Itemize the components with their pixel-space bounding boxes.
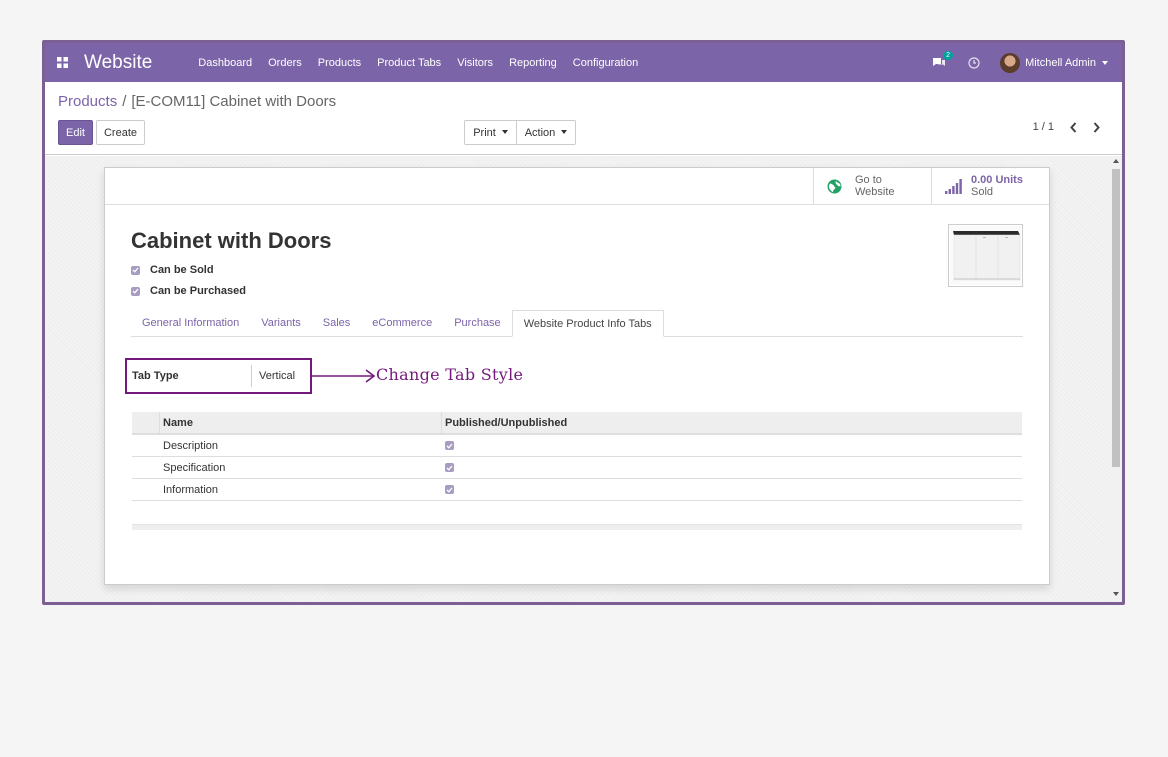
tab-general-information[interactable]: General Information bbox=[131, 310, 250, 336]
vertical-scrollbar[interactable] bbox=[1110, 156, 1122, 602]
row-name: Information bbox=[163, 483, 219, 496]
row-published-cell bbox=[442, 441, 464, 450]
menu-visitors[interactable]: Visitors bbox=[449, 57, 501, 69]
row-handle[interactable] bbox=[132, 435, 160, 456]
checkmark-icon bbox=[446, 465, 453, 471]
app-name[interactable]: Website bbox=[84, 52, 152, 74]
breadcrumb-products[interactable]: Products bbox=[58, 93, 117, 110]
row-handle[interactable] bbox=[132, 479, 160, 500]
checkmark-icon bbox=[132, 267, 139, 273]
info-tabs-table: Name Published/Unpublished Description S… bbox=[132, 412, 1022, 501]
messaging-menu[interactable]: 2 bbox=[932, 50, 953, 69]
top-navbar: Website Dashboard Orders Products Produc… bbox=[45, 43, 1122, 82]
print-label: Print bbox=[473, 126, 496, 139]
units-sold-button[interactable]: 0.00 Units Sold bbox=[931, 168, 1050, 204]
form-tabs: General Information Variants Sales eComm… bbox=[131, 310, 1023, 337]
checkmark-icon bbox=[446, 443, 453, 449]
units-sold-label: Sold bbox=[971, 186, 994, 198]
form-sheet: Go to Website 0.00 Units Sold Cabinet with… bbox=[104, 167, 1050, 585]
pager: 1 / 1 bbox=[1033, 121, 1100, 133]
chevron-down-icon[interactable] bbox=[1102, 60, 1108, 65]
units-sold-value: 0.00 Units bbox=[971, 174, 1023, 186]
go-to-label: Go to bbox=[855, 174, 882, 186]
menu-products[interactable]: Products bbox=[310, 57, 369, 69]
table-row[interactable]: Specification bbox=[132, 457, 1022, 479]
website-label: Website bbox=[855, 186, 895, 198]
table-row[interactable]: Description bbox=[132, 435, 1022, 457]
control-panel: Products / [E-COM11] Cabinet with Doors Ed… bbox=[45, 82, 1122, 155]
go-to-website-button[interactable]: Go to Website bbox=[813, 168, 931, 204]
can-be-sold-label: Can be Sold bbox=[150, 264, 214, 276]
can-be-sold-checkbox[interactable] bbox=[131, 265, 140, 275]
annotation-arrow-icon bbox=[312, 369, 376, 383]
can-be-sold-row: Can be Sold bbox=[131, 264, 214, 276]
can-be-purchased-checkbox[interactable] bbox=[131, 286, 140, 296]
checkmark-icon bbox=[446, 487, 453, 493]
print-dropdown[interactable]: Print bbox=[464, 120, 517, 145]
tab-variants[interactable]: Variants bbox=[250, 310, 312, 336]
menu-dashboard[interactable]: Dashboard bbox=[190, 57, 260, 69]
product-image[interactable] bbox=[948, 224, 1023, 287]
menu-product-tabs[interactable]: Product Tabs bbox=[369, 57, 449, 69]
published-checkbox[interactable] bbox=[445, 485, 454, 494]
chevron-right-icon[interactable] bbox=[1093, 121, 1100, 133]
row-name: Description bbox=[163, 439, 219, 452]
scroll-up-icon[interactable] bbox=[1113, 159, 1119, 163]
action-dropdown[interactable]: Action bbox=[516, 120, 576, 145]
published-checkbox[interactable] bbox=[445, 463, 454, 472]
published-checkbox[interactable] bbox=[445, 441, 454, 450]
cabinet-image bbox=[950, 226, 1021, 285]
scroll-down-icon[interactable] bbox=[1113, 592, 1119, 596]
create-button[interactable]: Create bbox=[96, 120, 145, 145]
header-handle-cell bbox=[132, 412, 160, 433]
systray: 2 Mitchell Admin bbox=[932, 50, 1108, 73]
annotation-text: Change Tab Style bbox=[376, 365, 524, 384]
tab-purchase[interactable]: Purchase bbox=[443, 310, 511, 336]
edit-button[interactable]: Edit bbox=[58, 120, 93, 145]
menu-orders[interactable]: Orders bbox=[260, 57, 310, 69]
user-avatar[interactable] bbox=[1000, 52, 1021, 73]
table-footer bbox=[132, 524, 1022, 530]
menu-reporting[interactable]: Reporting bbox=[501, 57, 565, 69]
breadcrumb-current: [E-COM11] Cabinet with Doors bbox=[131, 93, 337, 110]
caret-down-icon bbox=[501, 129, 508, 134]
globe-icon bbox=[827, 179, 842, 193]
form-view-content: Go to Website 0.00 Units Sold Cabinet with… bbox=[45, 156, 1122, 602]
user-menu[interactable]: Mitchell Admin bbox=[1025, 57, 1096, 69]
breadcrumb-separator: / bbox=[122, 93, 127, 110]
checkmark-icon bbox=[132, 288, 139, 294]
tab-website-product-info-tabs[interactable]: Website Product Info Tabs bbox=[511, 310, 664, 337]
scrollbar-thumb[interactable] bbox=[1112, 169, 1120, 467]
row-published-cell bbox=[442, 485, 464, 494]
table-row[interactable]: Information bbox=[132, 479, 1022, 501]
product-title: Cabinet with Doors bbox=[131, 228, 332, 253]
apps-menu-icon[interactable] bbox=[47, 57, 77, 68]
tab-type-select[interactable]: Vertical bbox=[251, 365, 295, 387]
can-be-purchased-label: Can be Purchased bbox=[150, 285, 246, 297]
tab-type-label: Tab Type bbox=[132, 370, 179, 382]
action-label: Action bbox=[524, 126, 556, 139]
tab-type-field: Tab Type Vertical bbox=[125, 358, 312, 394]
clock-icon[interactable] bbox=[968, 56, 980, 69]
row-name: Specification bbox=[163, 461, 226, 474]
row-published-cell bbox=[442, 463, 464, 472]
column-published-header[interactable]: Published/Unpublished bbox=[442, 417, 567, 429]
chevron-left-icon[interactable] bbox=[1070, 121, 1077, 133]
breadcrumb: Products / [E-COM11] Cabinet with Doors bbox=[58, 93, 336, 110]
caret-down-icon bbox=[561, 129, 568, 134]
smart-button-box: Go to Website 0.00 Units Sold bbox=[105, 168, 1049, 205]
app-window: Website Dashboard Orders Products Produc… bbox=[42, 40, 1125, 605]
tab-sales[interactable]: Sales bbox=[312, 310, 362, 336]
signal-bars-icon bbox=[945, 178, 962, 194]
main-menu: Dashboard Orders Products Product Tabs V… bbox=[190, 57, 646, 69]
tab-ecommerce[interactable]: eCommerce bbox=[361, 310, 443, 336]
table-header: Name Published/Unpublished bbox=[132, 412, 1022, 435]
column-name-header[interactable]: Name bbox=[160, 412, 442, 433]
row-handle[interactable] bbox=[132, 457, 160, 478]
message-count-badge: 2 bbox=[943, 50, 953, 60]
menu-configuration[interactable]: Configuration bbox=[565, 57, 646, 69]
can-be-purchased-row: Can be Purchased bbox=[131, 285, 246, 297]
pager-value[interactable]: 1 / 1 bbox=[1033, 121, 1054, 133]
